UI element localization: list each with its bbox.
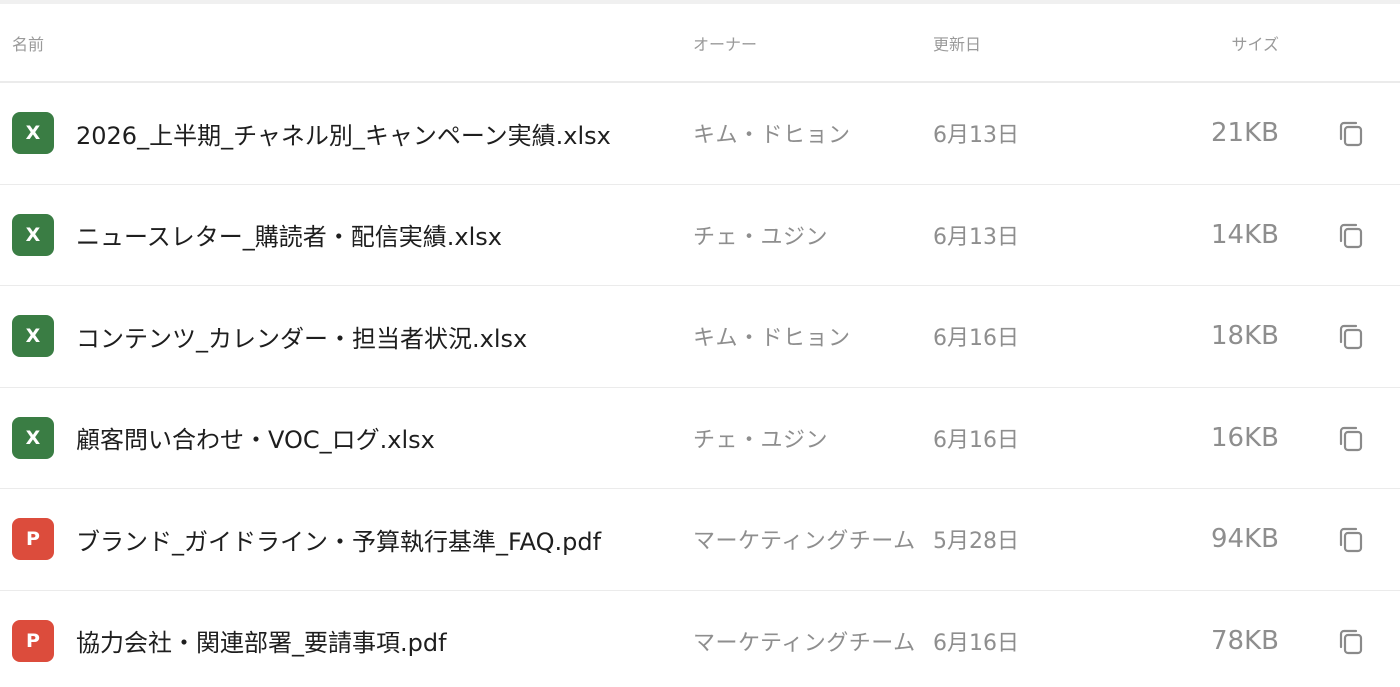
owner-name: キム・ドヒョン (693, 326, 851, 352)
copy-icon (1335, 422, 1367, 454)
updated-cell: 6月16日 (933, 591, 1019, 687)
table-row[interactable]: X 顧客問い合わせ・VOC_ログ.xlsx チェ・ユジン 6月16日 16KB (0, 388, 1400, 489)
copy-button[interactable] (1331, 418, 1371, 458)
file-size: 21KB (1211, 118, 1279, 149)
copy-icon (1335, 219, 1367, 251)
file-type-badge: X (12, 315, 54, 358)
table-row[interactable]: X 2026_上半期_チャネル別_キャンペーン実績.xlsx キム・ドヒョン 6… (0, 83, 1400, 185)
file-type-badge: X (12, 213, 54, 256)
owner-name: マーケティングチーム (693, 529, 916, 555)
size-cell: 21KB (1211, 83, 1279, 184)
file-type-badge: P (12, 619, 54, 662)
file-size: 16KB (1211, 422, 1279, 453)
file-name-cell: P ブランド_ガイドライン・予算執行基準_FAQ.pdf (12, 489, 601, 590)
action-cell (1330, 185, 1372, 286)
file-list: X 2026_上半期_チャネル別_キャンペーン実績.xlsx キム・ドヒョン 6… (0, 83, 1400, 687)
file-size: 78KB (1211, 625, 1279, 656)
owner-cell: キム・ドヒョン (693, 286, 851, 387)
updated-date: 6月16日 (933, 630, 1019, 656)
file-name-cell: P 協力会社・関連部署_要請事項.pdf (12, 591, 447, 687)
owner-cell: チェ・ユジン (693, 185, 828, 286)
updated-date: 5月28日 (933, 529, 1019, 555)
file-name-cell: X コンテンツ_カレンダー・担当者状況.xlsx (12, 286, 527, 387)
owner-cell: マーケティングチーム (693, 591, 916, 687)
table-row[interactable]: X コンテンツ_カレンダー・担当者状況.xlsx キム・ドヒョン 6月16日 1… (0, 286, 1400, 388)
action-cell (1330, 591, 1372, 687)
updated-cell: 6月16日 (933, 388, 1019, 489)
action-cell (1330, 388, 1372, 489)
table-row[interactable]: P ブランド_ガイドライン・予算執行基準_FAQ.pdf マーケティングチーム … (0, 489, 1400, 591)
copy-icon (1335, 320, 1367, 352)
file-size: 18KB (1211, 321, 1279, 352)
file-name[interactable]: 顧客問い合わせ・VOC_ログ.xlsx (76, 420, 435, 455)
table-header: 名前 オーナー 更新日 サイズ (0, 4, 1400, 83)
file-name[interactable]: 2026_上半期_チャネル別_キャンペーン実績.xlsx (76, 116, 611, 151)
owner-cell: キム・ドヒョン (693, 83, 851, 184)
column-header-size[interactable]: サイズ (1231, 4, 1279, 81)
updated-date: 6月13日 (933, 123, 1019, 149)
updated-date: 6月13日 (933, 224, 1019, 250)
size-cell: 18KB (1211, 286, 1279, 387)
size-cell: 94KB (1211, 489, 1279, 590)
table-row[interactable]: X ニュースレター_購読者・配信実績.xlsx チェ・ユジン 6月13日 14K… (0, 185, 1400, 286)
file-table: 名前 オーナー 更新日 サイズ X 2026_上半期_チャネル別_キャンペーン実… (0, 0, 1400, 687)
action-cell (1330, 489, 1372, 590)
size-cell: 78KB (1211, 591, 1279, 687)
updated-date: 6月16日 (933, 427, 1019, 453)
file-name[interactable]: コンテンツ_カレンダー・担当者状況.xlsx (76, 319, 527, 354)
copy-icon (1335, 117, 1367, 149)
column-header-updated[interactable]: 更新日 (933, 4, 981, 81)
copy-button[interactable] (1331, 316, 1371, 356)
file-type-badge: X (12, 416, 54, 459)
file-name[interactable]: ブランド_ガイドライン・予算執行基準_FAQ.pdf (76, 522, 601, 557)
updated-date: 6月16日 (933, 326, 1019, 352)
size-cell: 14KB (1211, 185, 1279, 286)
table-row[interactable]: P 協力会社・関連部署_要請事項.pdf マーケティングチーム 6月16日 78… (0, 591, 1400, 687)
updated-cell: 6月13日 (933, 83, 1019, 184)
owner-name: チェ・ユジン (693, 224, 829, 250)
owner-cell: マーケティングチーム (693, 489, 916, 590)
copy-icon (1335, 625, 1367, 657)
action-cell (1330, 83, 1372, 184)
owner-cell: チェ・ユジン (693, 388, 828, 489)
copy-button[interactable] (1331, 621, 1371, 661)
owner-name: キム・ドヒョン (693, 123, 851, 149)
file-name-cell: X ニュースレター_購読者・配信実績.xlsx (12, 185, 502, 286)
file-name-cell: X 顧客問い合わせ・VOC_ログ.xlsx (12, 388, 435, 489)
copy-button[interactable] (1331, 519, 1371, 559)
updated-cell: 5月28日 (933, 489, 1019, 590)
file-size: 94KB (1211, 524, 1279, 555)
file-name[interactable]: ニュースレター_購読者・配信実績.xlsx (76, 217, 502, 252)
owner-name: チェ・ユジン (693, 427, 829, 453)
column-header-owner[interactable]: オーナー (693, 4, 757, 81)
column-header-name[interactable]: 名前 (12, 4, 44, 81)
action-cell (1330, 286, 1372, 387)
file-name[interactable]: 協力会社・関連部署_要請事項.pdf (76, 623, 447, 658)
file-name-cell: X 2026_上半期_チャネル別_キャンペーン実績.xlsx (12, 83, 611, 184)
copy-button[interactable] (1331, 113, 1371, 153)
copy-icon (1335, 523, 1367, 555)
updated-cell: 6月13日 (933, 185, 1019, 286)
file-size: 14KB (1211, 219, 1279, 250)
owner-name: マーケティングチーム (693, 630, 916, 656)
size-cell: 16KB (1211, 388, 1279, 489)
copy-button[interactable] (1331, 215, 1371, 255)
updated-cell: 6月16日 (933, 286, 1019, 387)
file-type-badge: P (12, 518, 54, 561)
file-type-badge: X (12, 112, 54, 155)
